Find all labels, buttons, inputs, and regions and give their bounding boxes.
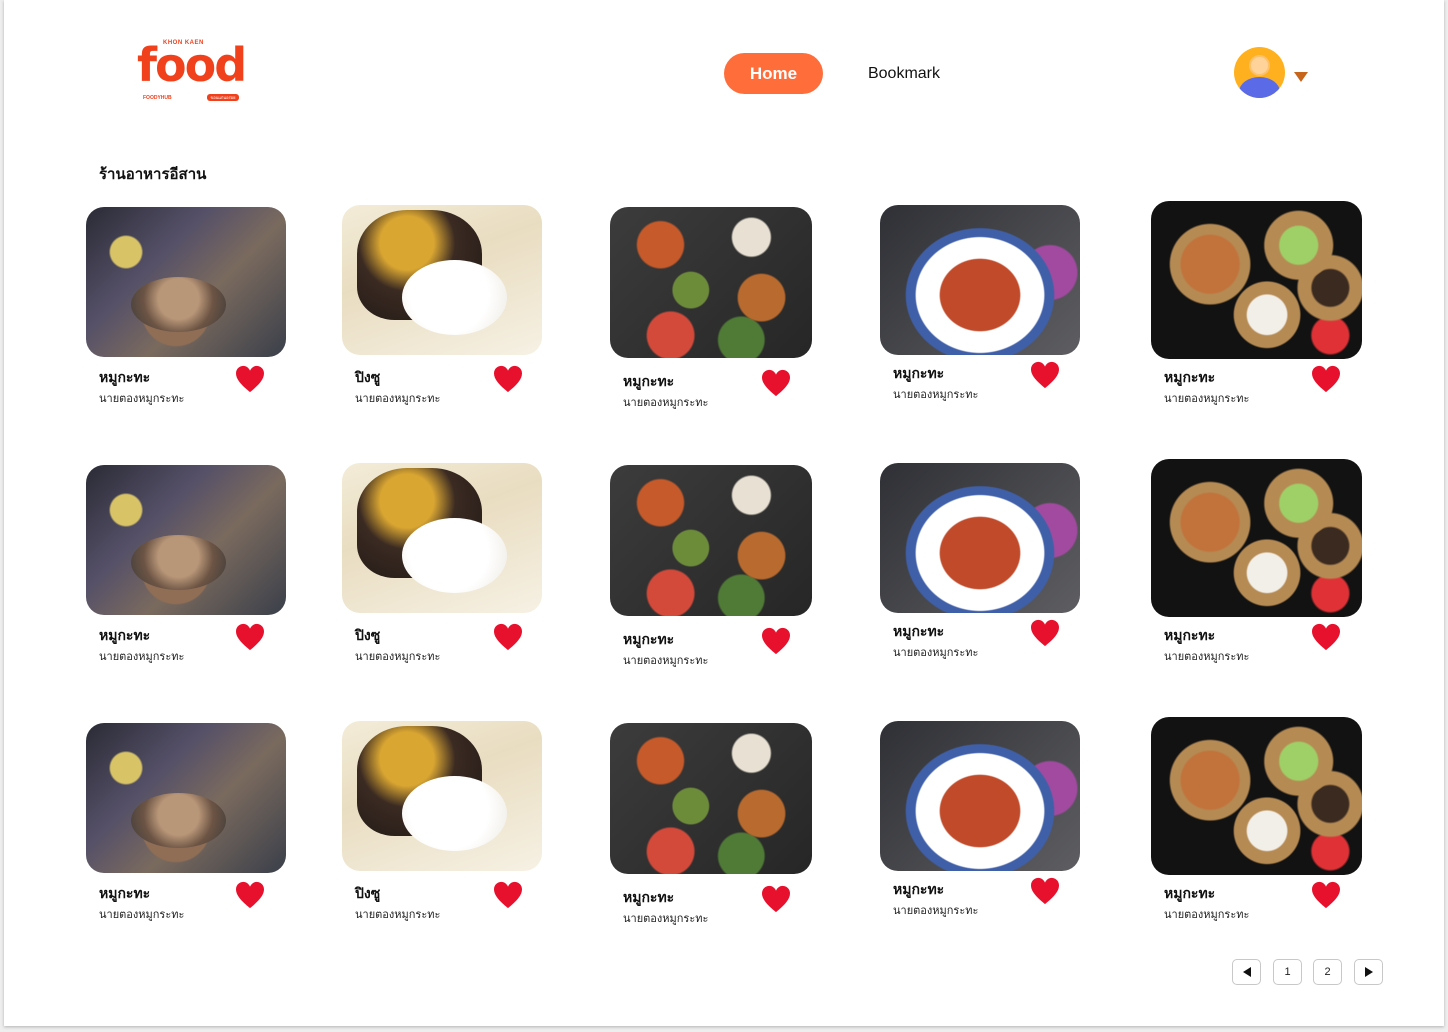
card-name: หมูกะทะ — [893, 623, 945, 639]
card-subtitle: นายตองหมูกระทะ — [893, 647, 979, 659]
card-name: หมูกะทะ — [1164, 627, 1216, 643]
restaurant-card[interactable]: หมูกะทะ นายตองหมูกระทะ — [610, 207, 822, 427]
grilled-prawns-photo[interactable] — [880, 463, 1080, 613]
heart-icon[interactable] — [493, 881, 523, 909]
heart-icon[interactable] — [235, 881, 265, 909]
app-window: KHON KAEN food FOODYHUB ขอนแก่นอร่อย Hom… — [4, 0, 1444, 1026]
card-name: หมูกะทะ — [623, 889, 675, 905]
restaurant-card[interactable]: หมูกะทะ นายตองหมูกระทะ — [86, 465, 298, 685]
card-name: ปิงซู — [355, 627, 381, 643]
user-avatar[interactable] — [1234, 47, 1285, 98]
heart-icon[interactable] — [493, 365, 523, 393]
card-subtitle: นายตองหมูกระทะ — [893, 905, 979, 917]
avatar-head — [1249, 55, 1270, 76]
isan-dishes-photo[interactable] — [610, 465, 812, 616]
card-subtitle: นายตองหมูกระทะ — [1164, 651, 1250, 663]
heart-icon[interactable] — [1311, 881, 1341, 909]
bingsu-tray-photo[interactable] — [1151, 459, 1362, 617]
pagination-next-button[interactable] — [1354, 959, 1383, 985]
card-subtitle: นายตองหมูกระทะ — [1164, 909, 1250, 921]
card-name: หมูกะทะ — [99, 369, 151, 385]
restaurant-card[interactable]: ปิงซู นายตองหมูกระทะ — [342, 721, 554, 941]
restaurant-card[interactable]: หมูกะทะ นายตองหมูกระทะ — [1151, 459, 1363, 679]
restaurant-card[interactable]: หมูกะทะ นายตองหมูกระทะ — [86, 723, 298, 943]
isan-dishes-photo[interactable] — [610, 207, 812, 358]
restaurant-card[interactable]: หมูกะทะ นายตองหมูกระทะ — [880, 205, 1092, 425]
heart-icon[interactable] — [493, 623, 523, 651]
restaurant-card[interactable]: หมูกะทะ นายตองหมูกระทะ — [880, 721, 1092, 941]
card-name: หมูกะทะ — [623, 631, 675, 647]
card-subtitle: นายตองหมูกระทะ — [1164, 393, 1250, 405]
card-name: หมูกะทะ — [99, 885, 151, 901]
heart-icon[interactable] — [761, 369, 791, 397]
restaurant-card[interactable]: หมูกะทะ นายตองหมูกระทะ — [1151, 717, 1363, 937]
restaurant-card[interactable]: ปิงซู นายตองหมูกระทะ — [342, 463, 554, 683]
grilled-prawns-photo[interactable] — [880, 721, 1080, 871]
heart-icon[interactable] — [235, 365, 265, 393]
isan-dishes-photo[interactable] — [610, 723, 812, 874]
grilled-prawns-photo[interactable] — [880, 205, 1080, 355]
card-subtitle: นายตองหมูกระทะ — [355, 909, 441, 921]
bingsu-tray-photo[interactable] — [1151, 201, 1362, 359]
card-subtitle: นายตองหมูกระทะ — [893, 389, 979, 401]
triangle-right-icon — [1364, 967, 1373, 977]
logo-tag: ขอนแก่นอร่อย — [207, 94, 239, 101]
dessert-cake-photo[interactable] — [342, 463, 542, 613]
card-subtitle: นายตองหมูกระทะ — [623, 913, 709, 925]
heart-icon[interactable] — [1030, 877, 1060, 905]
card-subtitle: นายตองหมูกระทะ — [99, 909, 185, 921]
card-name: ปิงซู — [355, 369, 381, 385]
card-name: หมูกะทะ — [623, 373, 675, 389]
card-subtitle: นายตองหมูกระทะ — [355, 651, 441, 663]
restaurant-card[interactable]: หมูกะทะ นายตองหมูกระทะ — [1151, 201, 1363, 421]
logo-bottom-text: FOODYHUB — [143, 95, 172, 101]
restaurant-card[interactable]: หมูกะทะ นายตองหมูกระทะ — [86, 207, 298, 427]
restaurant-card[interactable]: หมูกะทะ นายตองหมูกระทะ — [880, 463, 1092, 683]
avatar-body — [1239, 77, 1280, 98]
heart-icon[interactable] — [1030, 361, 1060, 389]
card-name: หมูกะทะ — [1164, 369, 1216, 385]
restaurant-card[interactable]: หมูกะทะ นายตองหมูกระทะ — [610, 465, 822, 685]
triangle-left-icon — [1242, 967, 1251, 977]
heart-icon[interactable] — [761, 885, 791, 913]
logo-word: food — [137, 38, 247, 92]
card-subtitle: นายตองหมูกระทะ — [623, 397, 709, 409]
heart-icon[interactable] — [1311, 623, 1341, 651]
heart-icon[interactable] — [1030, 619, 1060, 647]
grill-pot-photo[interactable] — [86, 723, 286, 873]
card-name: หมูกะทะ — [893, 881, 945, 897]
grill-pot-photo[interactable] — [86, 465, 286, 615]
pagination-page-1[interactable]: 1 — [1273, 959, 1302, 985]
heart-icon[interactable] — [761, 627, 791, 655]
card-name: หมูกะทะ — [893, 365, 945, 381]
heart-icon[interactable] — [235, 623, 265, 651]
grill-pot-photo[interactable] — [86, 207, 286, 357]
dessert-cake-photo[interactable] — [342, 205, 542, 355]
card-subtitle: นายตองหมูกระทะ — [99, 393, 185, 405]
section-title: ร้านอาหารอีสาน — [99, 166, 207, 183]
heart-icon[interactable] — [1311, 365, 1341, 393]
nav-bookmark-link[interactable]: Bookmark — [859, 53, 949, 94]
card-name: ปิงซู — [355, 885, 381, 901]
pagination-page-2[interactable]: 2 — [1313, 959, 1342, 985]
restaurant-card[interactable]: หมูกะทะ นายตองหมูกระทะ — [610, 723, 822, 943]
card-name: หมูกะทะ — [1164, 885, 1216, 901]
restaurant-card[interactable]: ปิงซู นายตองหมูกระทะ — [342, 205, 554, 425]
dessert-cake-photo[interactable] — [342, 721, 542, 871]
card-subtitle: นายตองหมูกระทะ — [355, 393, 441, 405]
logo[interactable]: KHON KAEN food FOODYHUB ขอนแก่นอร่อย — [137, 40, 247, 108]
bingsu-tray-photo[interactable] — [1151, 717, 1362, 875]
nav-home-button[interactable]: Home — [724, 53, 823, 94]
card-name: หมูกะทะ — [99, 627, 151, 643]
card-subtitle: นายตองหมูกระทะ — [623, 655, 709, 667]
card-subtitle: นายตองหมูกระทะ — [99, 651, 185, 663]
pagination-prev-button[interactable] — [1232, 959, 1261, 985]
caret-down-icon[interactable] — [1294, 72, 1308, 82]
